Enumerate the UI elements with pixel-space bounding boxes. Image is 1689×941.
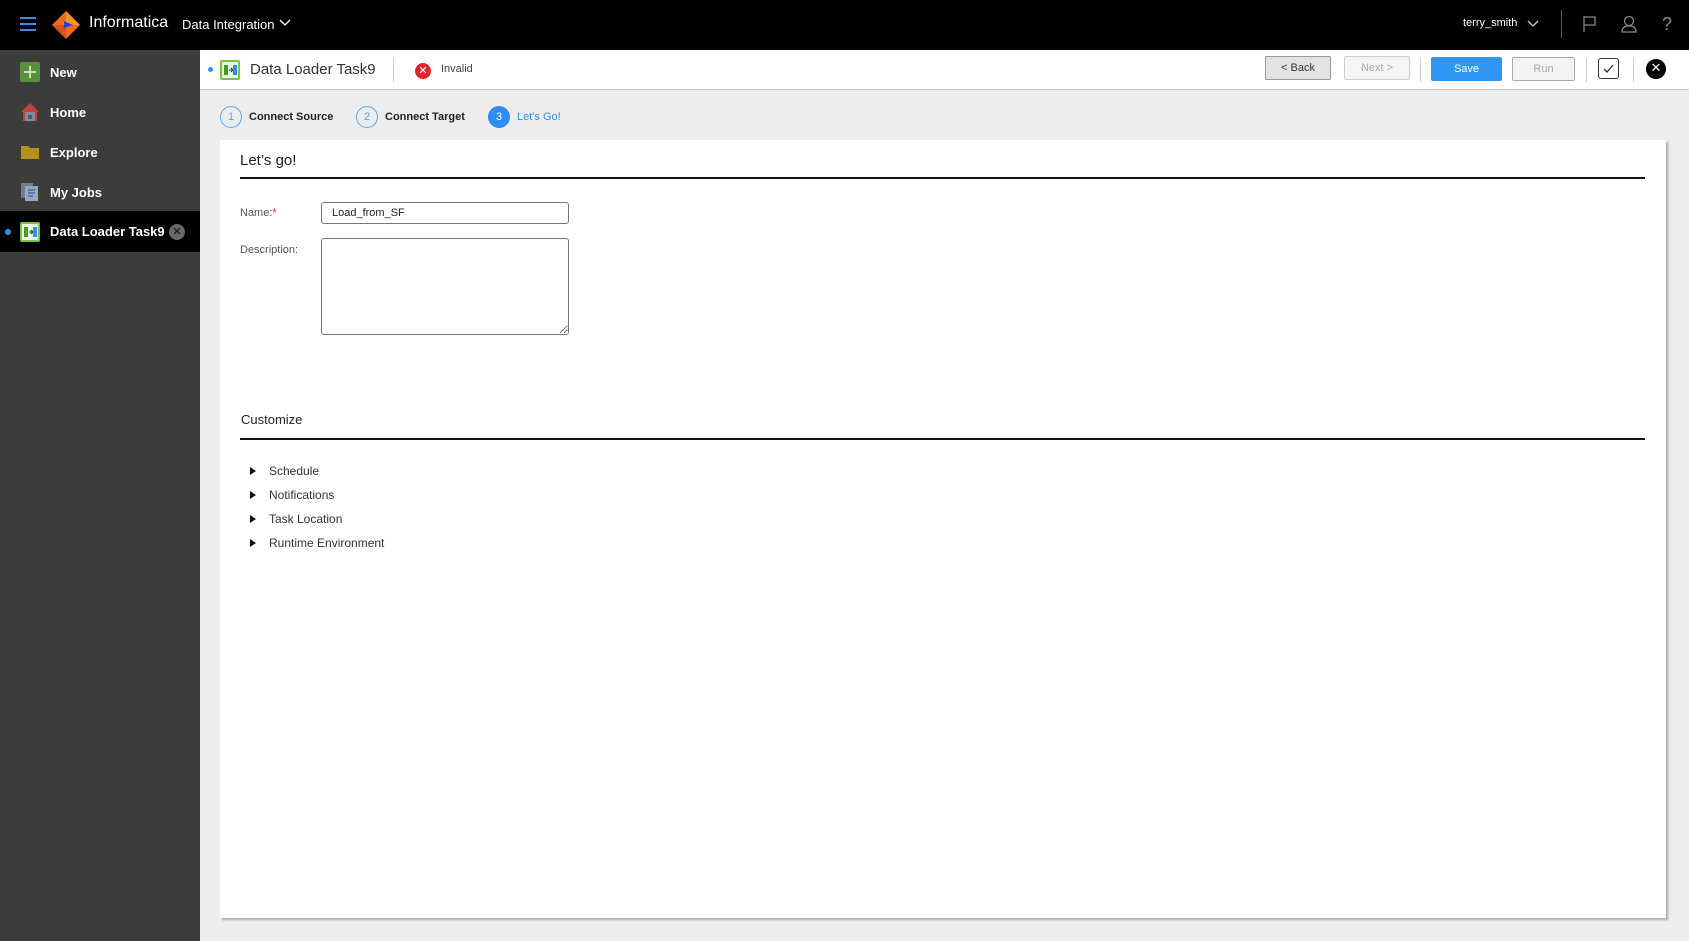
top-bar: Informatica Data Integration terry_smith… [0, 0, 1689, 50]
toolbar-divider [1420, 58, 1421, 82]
sidebar: New Home Explore My Jobs Data Loader Tas… [0, 50, 200, 941]
back-button[interactable]: < Back [1265, 56, 1331, 80]
description-label: Description: [240, 244, 299, 256]
required-mark: * [272, 207, 277, 219]
section-label: Notifications [269, 488, 335, 502]
unsaved-dot [5, 228, 11, 235]
section-label: Runtime Environment [269, 536, 385, 550]
sidebar-item-explore[interactable]: Explore [0, 132, 200, 172]
close-tab-icon[interactable]: ✕ [169, 223, 185, 240]
brand-name: Informatica [89, 14, 169, 31]
description-field[interactable] [321, 238, 569, 335]
data-loader-icon [20, 221, 40, 242]
menu-icon[interactable] [20, 17, 36, 31]
step-lets-go[interactable]: 3 Let's Go! [488, 106, 561, 128]
title-divider [240, 177, 1645, 179]
sidebar-item-label: Explore [50, 144, 98, 160]
step-label: Let's Go! [517, 111, 561, 123]
expand-triangle-icon [250, 467, 256, 475]
chevron-down-icon[interactable] [1527, 17, 1539, 29]
step-number: 1 [220, 106, 242, 128]
toolbar-divider [1633, 58, 1634, 82]
name-field[interactable] [321, 202, 569, 224]
status-badge: Invalid [441, 63, 473, 75]
main-panel: Let’s go! Name:* Description: Customize … [220, 140, 1666, 918]
step-connect-source[interactable]: 1 Connect Source [220, 106, 333, 128]
home-icon [21, 103, 39, 121]
toolbar-divider [393, 58, 394, 82]
section-notifications[interactable]: Notifications [250, 488, 334, 502]
user-icon[interactable] [1619, 14, 1639, 34]
step-number: 2 [356, 106, 378, 128]
sidebar-item-my-jobs[interactable]: My Jobs [0, 172, 200, 212]
toolbar-divider [1586, 58, 1587, 82]
help-icon[interactable]: ? [1662, 14, 1682, 34]
header-divider [1561, 10, 1562, 38]
page-title: Let’s go! [240, 152, 297, 169]
jobs-icon [21, 183, 38, 201]
folder-icon [21, 146, 39, 159]
sidebar-open-tab[interactable]: Data Loader Task9 ✕ [0, 211, 200, 252]
expand-triangle-icon [250, 539, 256, 547]
section-label: Schedule [269, 464, 320, 478]
name-label-text: Name: [240, 207, 273, 219]
step-connect-target[interactable]: 2 Connect Target [356, 106, 465, 128]
section-schedule[interactable]: Schedule [250, 464, 319, 478]
next-button[interactable]: Next > [1344, 56, 1410, 80]
section-label: Task Location [269, 512, 343, 526]
wizard-steps: 1 Connect Source 2 Connect Target 3 Let'… [200, 91, 1689, 139]
sidebar-item-label: My Jobs [50, 184, 103, 200]
sidebar-item-new[interactable]: New [0, 52, 200, 92]
user-menu[interactable]: terry_smith [1463, 17, 1517, 29]
step-label: Connect Source [249, 111, 334, 123]
checkmark-icon [1603, 64, 1614, 73]
section-runtime-environment[interactable]: Runtime Environment [250, 536, 384, 550]
validate-button[interactable] [1598, 58, 1619, 79]
name-label: Name:* [240, 207, 277, 219]
sidebar-item-home[interactable]: Home [0, 92, 200, 132]
save-button[interactable]: Save [1431, 57, 1502, 81]
product-switcher[interactable]: Data Integration [182, 17, 275, 32]
flag-icon[interactable] [1580, 14, 1600, 34]
customize-title: Customize [241, 412, 303, 427]
plus-icon [20, 62, 40, 82]
step-label: Connect Target [385, 111, 465, 123]
section-task-location[interactable]: Task Location [250, 512, 342, 526]
sidebar-item-label: Data Loader Task9 [50, 224, 165, 239]
task-toolbar: Data Loader Task9 ✕ Invalid < Back Next … [200, 50, 1689, 90]
step-number: 3 [488, 106, 510, 128]
unsaved-dot [208, 67, 213, 72]
expand-triangle-icon [250, 491, 256, 499]
data-loader-icon [220, 60, 240, 80]
error-icon: ✕ [415, 63, 431, 79]
close-icon[interactable]: ✕ [1646, 59, 1666, 79]
expand-triangle-icon [250, 515, 256, 523]
sidebar-item-label: Home [50, 104, 87, 120]
customize-divider [240, 438, 1645, 440]
sidebar-item-label: New [50, 64, 77, 80]
chevron-down-icon[interactable] [279, 16, 291, 28]
informatica-logo [52, 11, 80, 39]
task-title: Data Loader Task9 [250, 61, 376, 78]
run-button[interactable]: Run [1512, 57, 1575, 81]
